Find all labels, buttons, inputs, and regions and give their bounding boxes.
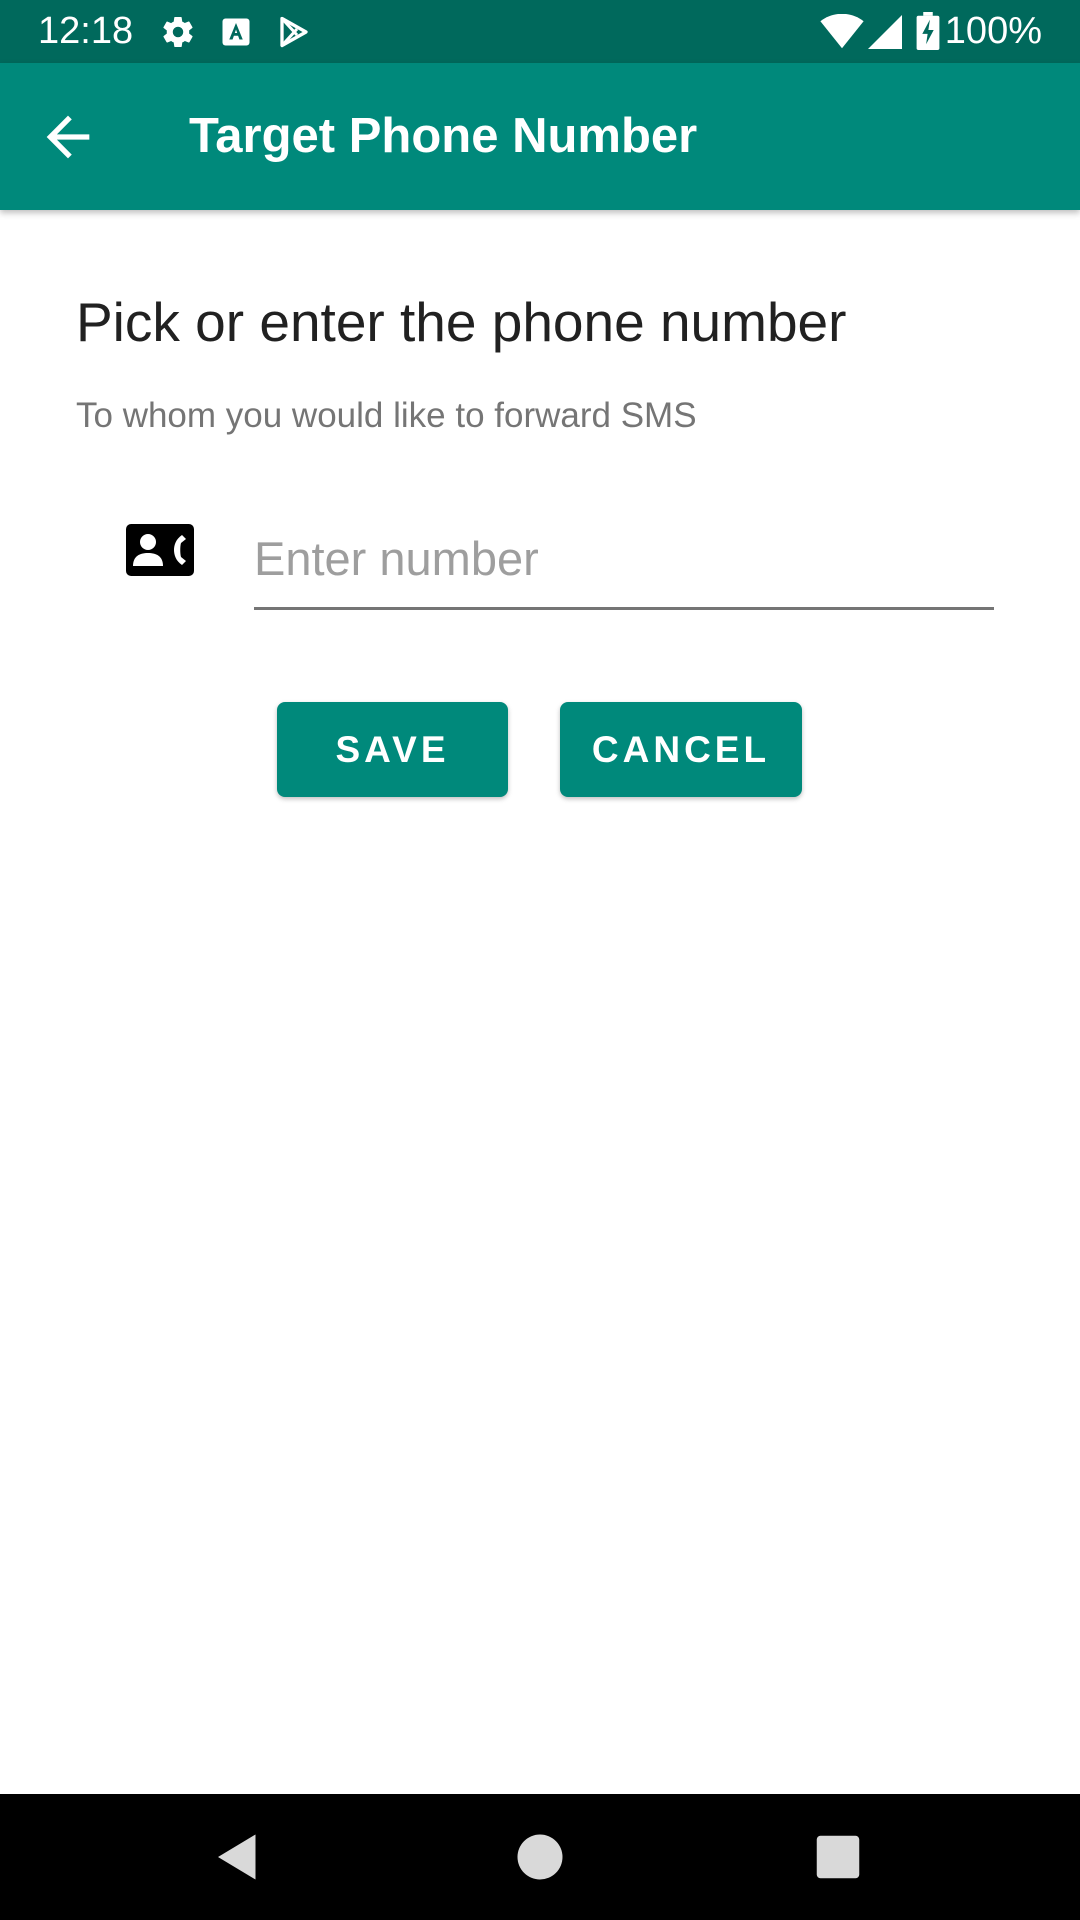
navigation-bar bbox=[0, 1794, 1080, 1920]
battery-charging-icon bbox=[916, 12, 940, 50]
phone-number-input[interactable] bbox=[254, 510, 994, 610]
page-title: Target Phone Number bbox=[189, 109, 698, 163]
arrow-left-icon[interactable] bbox=[36, 105, 100, 169]
status-bar: 12:18 100% bbox=[0, 0, 1080, 63]
recents-square-icon[interactable] bbox=[808, 1827, 868, 1887]
app-bar: Target Phone Number bbox=[0, 63, 1080, 210]
subheading: To whom you would like to forward SMS bbox=[76, 396, 697, 435]
save-button[interactable]: SAVE bbox=[277, 702, 508, 797]
gear-icon bbox=[163, 17, 193, 48]
cancel-button[interactable]: CANCEL bbox=[560, 702, 802, 797]
status-time: 12:18 bbox=[38, 10, 134, 52]
contact-phone-icon[interactable] bbox=[126, 524, 194, 576]
home-circle-icon[interactable] bbox=[510, 1827, 570, 1887]
signal-icon bbox=[868, 15, 902, 49]
font-a-icon bbox=[222, 18, 250, 46]
play-store-icon bbox=[280, 16, 308, 48]
wifi-icon bbox=[820, 14, 864, 49]
heading: Pick or enter the phone number bbox=[76, 291, 847, 353]
battery-percentage: 100% bbox=[944, 10, 1042, 52]
back-triangle-icon[interactable] bbox=[208, 1827, 268, 1887]
